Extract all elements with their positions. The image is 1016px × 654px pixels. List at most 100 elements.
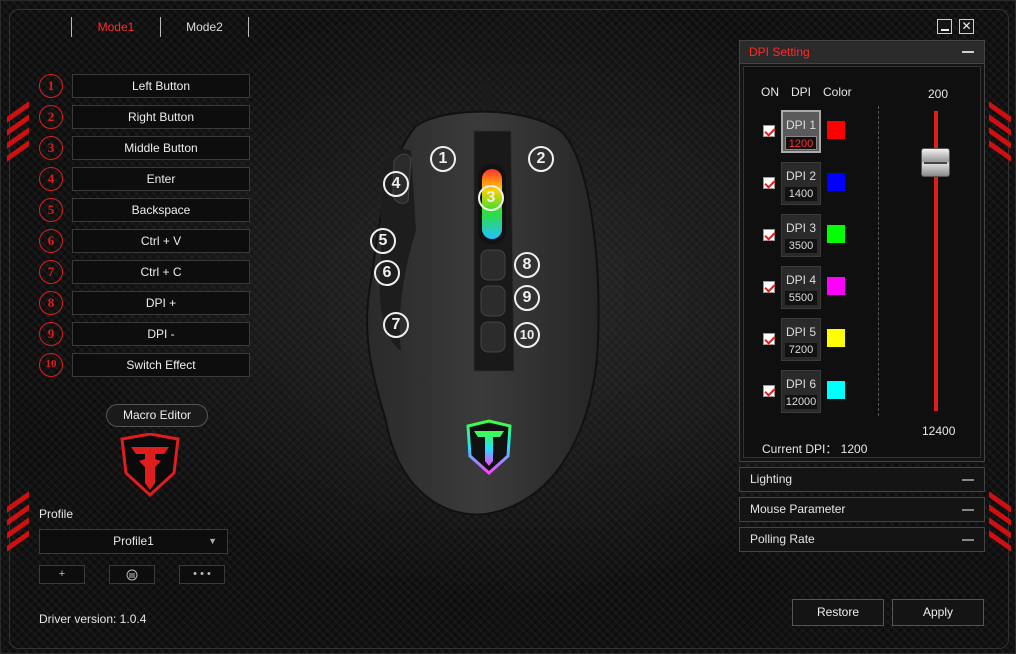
delete-profile-button[interactable] bbox=[109, 565, 155, 584]
minimize-button[interactable] bbox=[937, 19, 952, 34]
button-assignment-8[interactable]: DPI + bbox=[72, 291, 250, 315]
profile-value: Profile1 bbox=[113, 534, 154, 548]
dpi2-value[interactable]: 1400 bbox=[785, 187, 817, 201]
app-window: Mode1 Mode2 ✕ 1 Left Button 2 Right Butt… bbox=[0, 0, 1016, 654]
more-options-button[interactable]: • • • bbox=[179, 565, 225, 584]
macro-editor-button[interactable]: Macro Editor bbox=[106, 404, 208, 427]
caret-down-icon: ▼ bbox=[208, 536, 217, 546]
dpi3-label: DPI 3 bbox=[785, 221, 816, 235]
brand-logo bbox=[120, 433, 180, 497]
mouse-label-10: 10 bbox=[514, 322, 540, 348]
dpi1-color-swatch[interactable] bbox=[827, 121, 845, 139]
dpi3-value[interactable]: 3500 bbox=[785, 239, 817, 253]
mouse-label-1: 1 bbox=[430, 146, 456, 172]
dpi2-color-swatch[interactable] bbox=[827, 173, 845, 191]
minimize-icon bbox=[941, 29, 949, 31]
dpi1-checkbox[interactable] bbox=[763, 125, 775, 137]
add-profile-button[interactable]: + bbox=[39, 565, 85, 584]
column-on-header: ON bbox=[761, 85, 779, 99]
tab-mode1[interactable]: Mode1 bbox=[71, 17, 160, 37]
dpi3-color-swatch[interactable] bbox=[827, 225, 845, 243]
button-number-badge: 5 bbox=[39, 198, 63, 222]
slider-max-label: 12400 bbox=[922, 424, 956, 438]
collapse-icon[interactable] bbox=[962, 51, 974, 53]
button-assignment-10[interactable]: Switch Effect bbox=[72, 353, 250, 377]
button-assignment-4[interactable]: Enter bbox=[72, 167, 250, 191]
dpi6-box[interactable]: DPI 6 12000 bbox=[781, 370, 821, 413]
button-number-badge: 8 bbox=[39, 291, 63, 315]
dpi6-checkbox[interactable] bbox=[763, 385, 775, 397]
dpi6-color-swatch[interactable] bbox=[827, 381, 845, 399]
column-dpi-header: DPI bbox=[791, 85, 812, 99]
button-row-7: 7 Ctrl + C bbox=[39, 260, 250, 284]
button-assignment-7[interactable]: Ctrl + C bbox=[72, 260, 250, 284]
button-number-badge: 10 bbox=[39, 353, 63, 377]
button-row-5: 5 Backspace bbox=[39, 198, 250, 222]
button-assignment-5[interactable]: Backspace bbox=[72, 198, 250, 222]
dpi3-checkbox[interactable] bbox=[763, 229, 775, 241]
button-row-4: 4 Enter bbox=[39, 167, 250, 191]
button-number-badge: 7 bbox=[39, 260, 63, 284]
mouse-illustration bbox=[366, 81, 600, 516]
button-number-badge: 9 bbox=[39, 322, 63, 346]
close-button[interactable]: ✕ bbox=[959, 19, 974, 34]
dpi4-checkbox[interactable] bbox=[763, 281, 775, 293]
mouse-label-4: 4 bbox=[383, 171, 409, 197]
button-row-9: 9 DPI - bbox=[39, 322, 250, 346]
dpi-setting-panel: DPI Setting bbox=[739, 40, 985, 462]
collapse-icon[interactable] bbox=[962, 539, 974, 541]
section-lighting[interactable]: Lighting bbox=[739, 467, 985, 492]
dpi4-color-swatch[interactable] bbox=[827, 277, 845, 295]
dpi3-box[interactable]: DPI 3 3500 bbox=[781, 214, 821, 257]
dpi5-box[interactable]: DPI 5 7200 bbox=[781, 318, 821, 361]
dpi5-color-swatch[interactable] bbox=[827, 329, 845, 347]
button-assignment-3[interactable]: Middle Button bbox=[72, 136, 250, 160]
button-assignment-9[interactable]: DPI - bbox=[72, 322, 250, 346]
driver-version: Driver version: 1.0.4 bbox=[39, 612, 147, 626]
dpi1-box[interactable]: DPI 1 1200 bbox=[781, 110, 821, 153]
dpi2-checkbox[interactable] bbox=[763, 177, 775, 189]
tab-mode2[interactable]: Mode2 bbox=[160, 17, 249, 37]
dpi1-label: DPI 1 bbox=[785, 118, 816, 132]
button-number-badge: 2 bbox=[39, 105, 63, 129]
dpi5-checkbox[interactable] bbox=[763, 333, 775, 345]
dpi4-value[interactable]: 5500 bbox=[785, 291, 817, 305]
section-polling-rate-label: Polling Rate bbox=[750, 532, 815, 546]
dpi2-box[interactable]: DPI 2 1400 bbox=[781, 162, 821, 205]
mouse-label-5: 5 bbox=[370, 228, 396, 254]
divider-line bbox=[878, 106, 879, 416]
mouse-label-2: 2 bbox=[528, 146, 554, 172]
button-number-badge: 3 bbox=[39, 136, 63, 160]
slider-min-label: 200 bbox=[928, 87, 949, 101]
dpi1-value[interactable]: 1200 bbox=[785, 136, 817, 150]
apply-button[interactable]: Apply bbox=[892, 599, 984, 626]
button-row-3: 3 Middle Button bbox=[39, 136, 250, 160]
button-assignment-1[interactable]: Left Button bbox=[72, 74, 250, 98]
dpi-panel-header[interactable]: DPI Setting bbox=[740, 41, 984, 64]
mouse-label-7: 7 bbox=[383, 312, 409, 338]
mode-tabs: Mode1 Mode2 bbox=[71, 17, 249, 37]
profile-select[interactable]: Profile1 ▼ bbox=[39, 529, 228, 554]
collapse-icon[interactable] bbox=[962, 479, 974, 481]
button-row-10: 10 Switch Effect bbox=[39, 353, 250, 377]
dpi-slider-thumb[interactable] bbox=[921, 148, 950, 177]
dpi4-box[interactable]: DPI 4 5500 bbox=[781, 266, 821, 309]
restore-button[interactable]: Restore bbox=[792, 599, 884, 626]
dpi4-label: DPI 4 bbox=[785, 273, 816, 287]
column-color-header: Color bbox=[823, 85, 852, 99]
mouse-label-9: 9 bbox=[514, 285, 540, 311]
button-number-badge: 6 bbox=[39, 229, 63, 253]
dpi5-value[interactable]: 7200 bbox=[785, 343, 817, 357]
mouse-label-8: 8 bbox=[514, 252, 540, 278]
dpi6-value[interactable]: 12000 bbox=[785, 395, 817, 409]
button-row-6: 6 Ctrl + V bbox=[39, 229, 250, 253]
dpi2-label: DPI 2 bbox=[785, 169, 816, 183]
button-assignment-2[interactable]: Right Button bbox=[72, 105, 250, 129]
collapse-icon[interactable] bbox=[962, 509, 974, 511]
button-row-1: 1 Left Button bbox=[39, 74, 250, 98]
dpi-panel-body bbox=[743, 66, 981, 458]
button-assignment-6[interactable]: Ctrl + V bbox=[72, 229, 250, 253]
section-mouse-parameter[interactable]: Mouse Parameter bbox=[739, 497, 985, 522]
section-polling-rate[interactable]: Polling Rate bbox=[739, 527, 985, 552]
button-number-badge: 4 bbox=[39, 167, 63, 191]
